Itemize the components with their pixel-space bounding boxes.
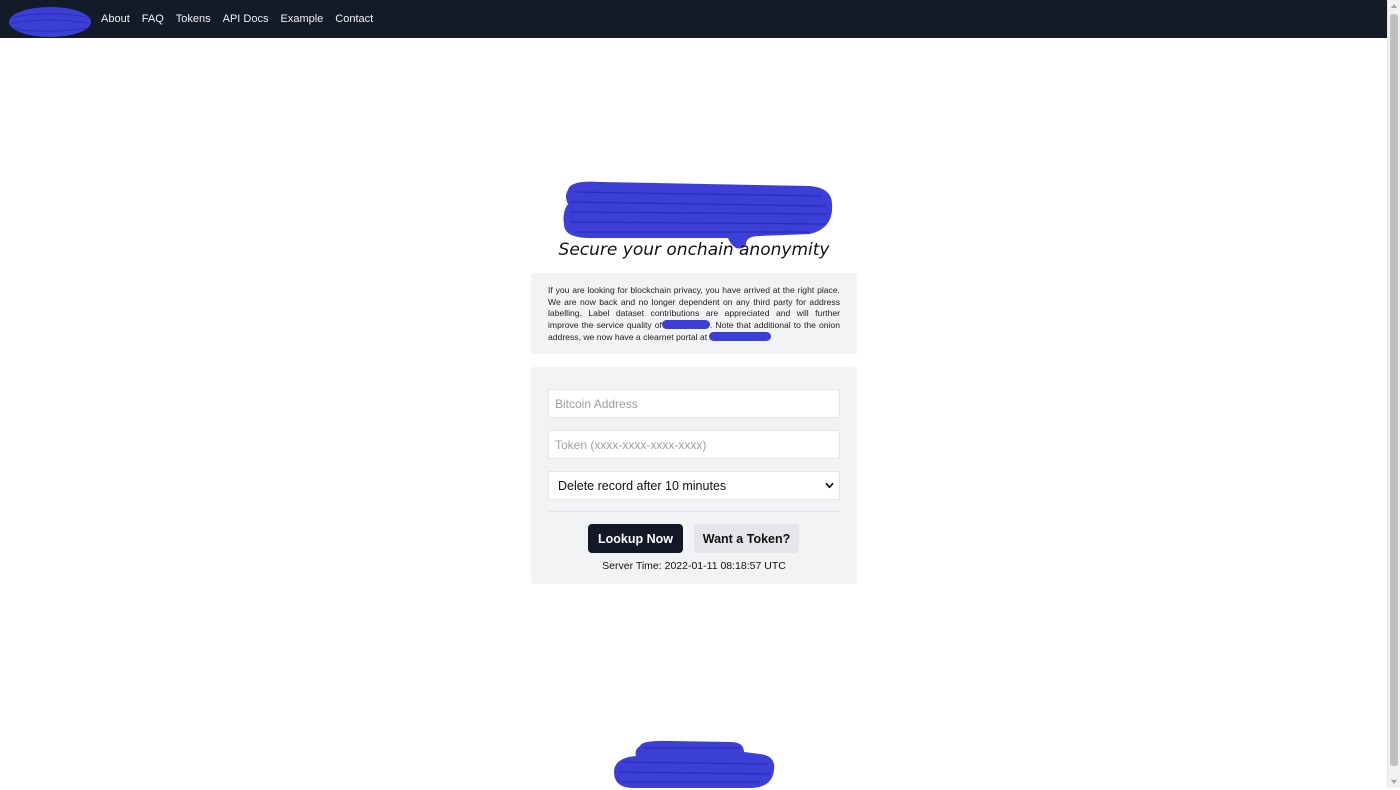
top-navbar: About FAQ Tokens API Docs Example Contac… (0, 0, 1387, 38)
chevron-down-icon (825, 482, 834, 489)
redacted-service-name (661, 320, 710, 330)
nav-link-tokens[interactable]: Tokens (176, 13, 211, 25)
scroll-thumb[interactable] (1390, 14, 1398, 766)
scroll-down-icon[interactable] (1391, 780, 1397, 784)
footer-logo-redacted (614, 740, 775, 788)
tagline: Secure your onchain anonymity (558, 240, 830, 260)
redacted-clearnet-link[interactable] (709, 331, 772, 341)
form-divider (548, 511, 840, 512)
nav-link-about[interactable]: About (101, 13, 130, 25)
nav-link-api-docs[interactable]: API Docs (223, 13, 269, 25)
nav-link-example[interactable]: Example (280, 13, 323, 25)
lookup-form-card: Delete record after 10 minutes Lookup No… (531, 367, 857, 584)
nav-link-faq[interactable]: FAQ (142, 13, 164, 25)
nav-link-contact[interactable]: Contact (335, 13, 373, 25)
lookup-now-button[interactable]: Lookup Now (588, 524, 683, 553)
page-scrollbar[interactable] (1387, 0, 1400, 788)
bitcoin-address-input[interactable] (548, 389, 840, 418)
delete-record-selected-value: Delete record after 10 minutes (558, 478, 727, 493)
delete-record-select[interactable]: Delete record after 10 minutes (548, 471, 840, 500)
token-input[interactable] (548, 430, 840, 459)
want-token-button[interactable]: Want a Token? (694, 524, 799, 553)
server-time: Server Time: 2022-01-11 08:18:57 UTC (602, 560, 786, 572)
brand-logo-redacted[interactable] (8, 4, 92, 40)
nav-links: About FAQ Tokens API Docs Example Contac… (101, 0, 385, 38)
info-card: If you are looking for blockchain privac… (531, 273, 857, 354)
scroll-up-icon[interactable] (1391, 4, 1397, 8)
info-paragraph: If you are looking for blockchain privac… (548, 285, 840, 344)
